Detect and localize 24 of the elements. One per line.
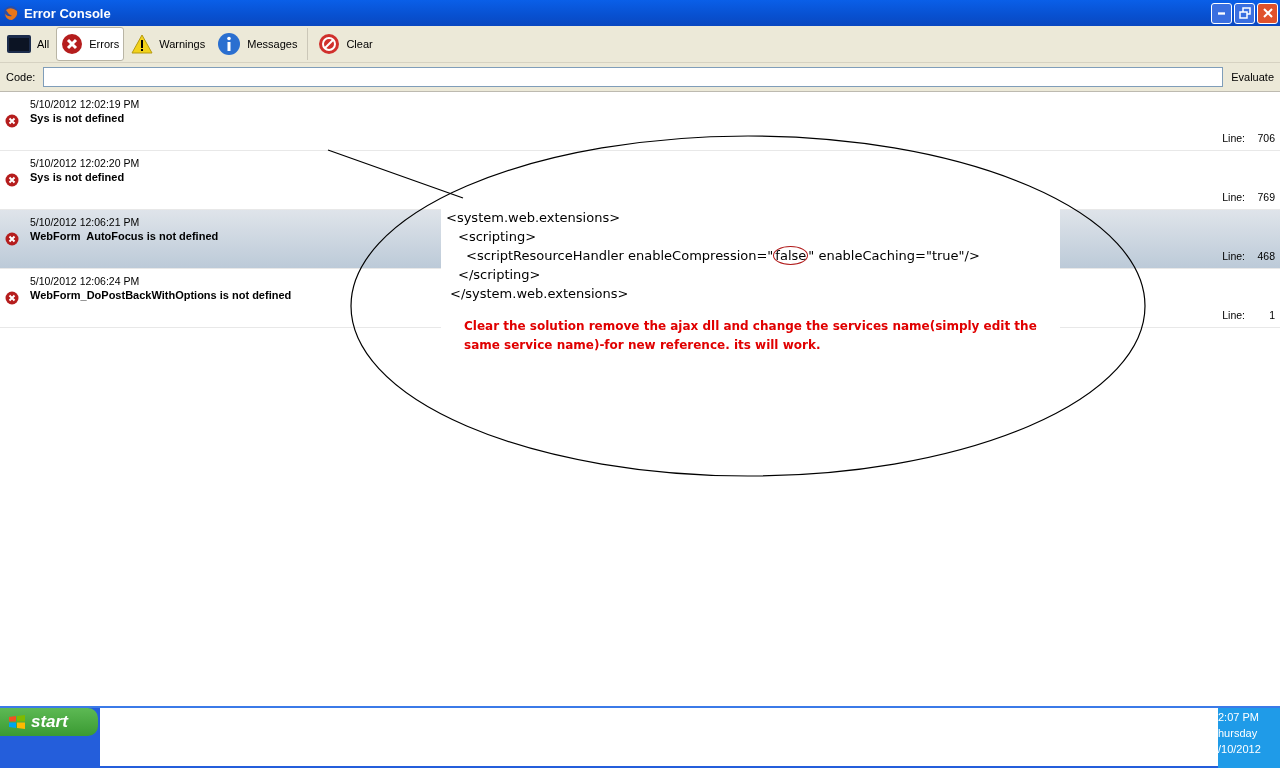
error-message: Sys is not defined xyxy=(30,171,126,183)
line-number: 769 xyxy=(1256,191,1275,203)
code-line: <system.web.extensions> xyxy=(446,209,622,227)
code-line: </scripting> xyxy=(457,266,542,284)
error-message: WebForm AutoFocus is not defined xyxy=(30,230,219,242)
line-label: Line: xyxy=(1222,250,1245,262)
code-line: <scripting> xyxy=(457,228,538,246)
error-message: WebForm_DoPostBackWithOptions is not defined xyxy=(30,289,292,301)
annotation-note: Clear the solution remove the ajax dll and change the services name(simply edit the same service name)-for new reference. its will work. xyxy=(464,318,1038,354)
line-number: 706 xyxy=(1256,132,1275,144)
line-label: Line: xyxy=(1222,309,1245,321)
timestamp: 5/10/2012 12:02:20 PM xyxy=(30,157,140,169)
window-title: Error Console xyxy=(24,5,111,21)
timestamp: 5/10/2012 12:06:21 PM xyxy=(30,216,141,228)
code-line: <scriptResourceHandler enableCompression="false" enableCaching="true"/> xyxy=(465,246,981,265)
line-label: Line: xyxy=(1222,132,1245,144)
timestamp: 5/10/2012 12:02:19 PM xyxy=(30,98,140,110)
line-number: 1 xyxy=(1268,309,1275,321)
timestamp: 5/10/2012 12:06:24 PM xyxy=(30,275,141,287)
line-number: 468 xyxy=(1256,250,1275,262)
code-label: Code: xyxy=(6,71,36,83)
error-message: Sys is not defined xyxy=(30,112,126,124)
line-label: Line: xyxy=(1222,191,1245,203)
code-line: </system.web.extensions> xyxy=(449,285,630,303)
